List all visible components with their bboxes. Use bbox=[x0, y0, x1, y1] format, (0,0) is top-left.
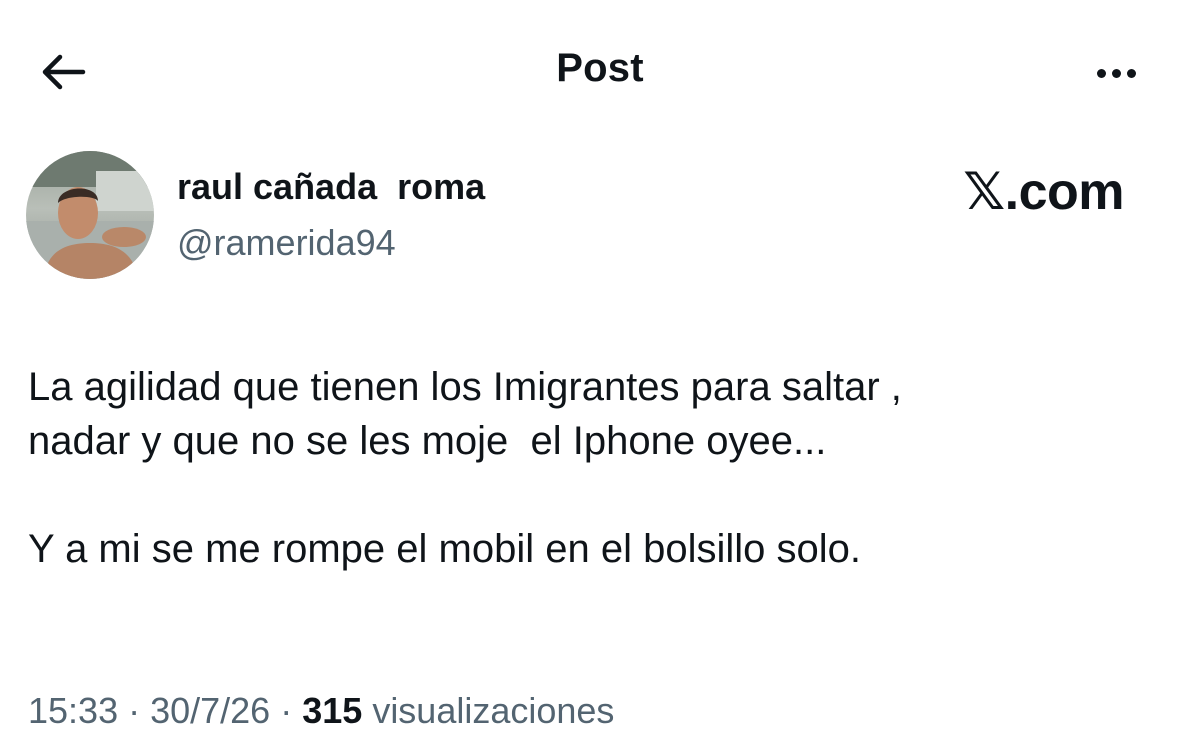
more-dot bbox=[1126, 68, 1136, 78]
more-dot bbox=[1111, 68, 1121, 78]
top-bar: Post bbox=[0, 0, 1200, 140]
views-label[interactable]: visualizaciones bbox=[372, 690, 614, 731]
page-title: Post bbox=[556, 46, 644, 90]
more-options-button[interactable] bbox=[1086, 58, 1146, 88]
post-meta: 15:33 · 30/7/26 · 315 visualizaciones bbox=[28, 690, 614, 732]
avatar[interactable] bbox=[26, 151, 154, 279]
post-line: Y a mi se me rompe el mobil en el bolsil… bbox=[28, 527, 861, 571]
post-text: La agilidad que tienen los Imigrantes pa… bbox=[28, 360, 1158, 576]
post-line: La agilidad que tienen los Imigrantes pa… bbox=[28, 365, 902, 409]
post-line: nadar y que no se les moje el Iphone oye… bbox=[28, 419, 827, 463]
views-count[interactable]: 315 bbox=[302, 690, 362, 731]
author-handle[interactable]: @ramerida94 bbox=[177, 222, 396, 264]
meta-separator: · bbox=[118, 690, 151, 731]
x-com-watermark: 𝕏.com bbox=[963, 163, 1124, 221]
more-horizontal-icon bbox=[1096, 68, 1106, 78]
meta-separator: · bbox=[270, 690, 303, 731]
post-date[interactable]: 30/7/26 bbox=[150, 690, 270, 731]
avatar-photo bbox=[26, 151, 154, 279]
author-display-name[interactable]: raul cañada roma bbox=[177, 166, 485, 208]
post-time[interactable]: 15:33 bbox=[28, 690, 118, 731]
